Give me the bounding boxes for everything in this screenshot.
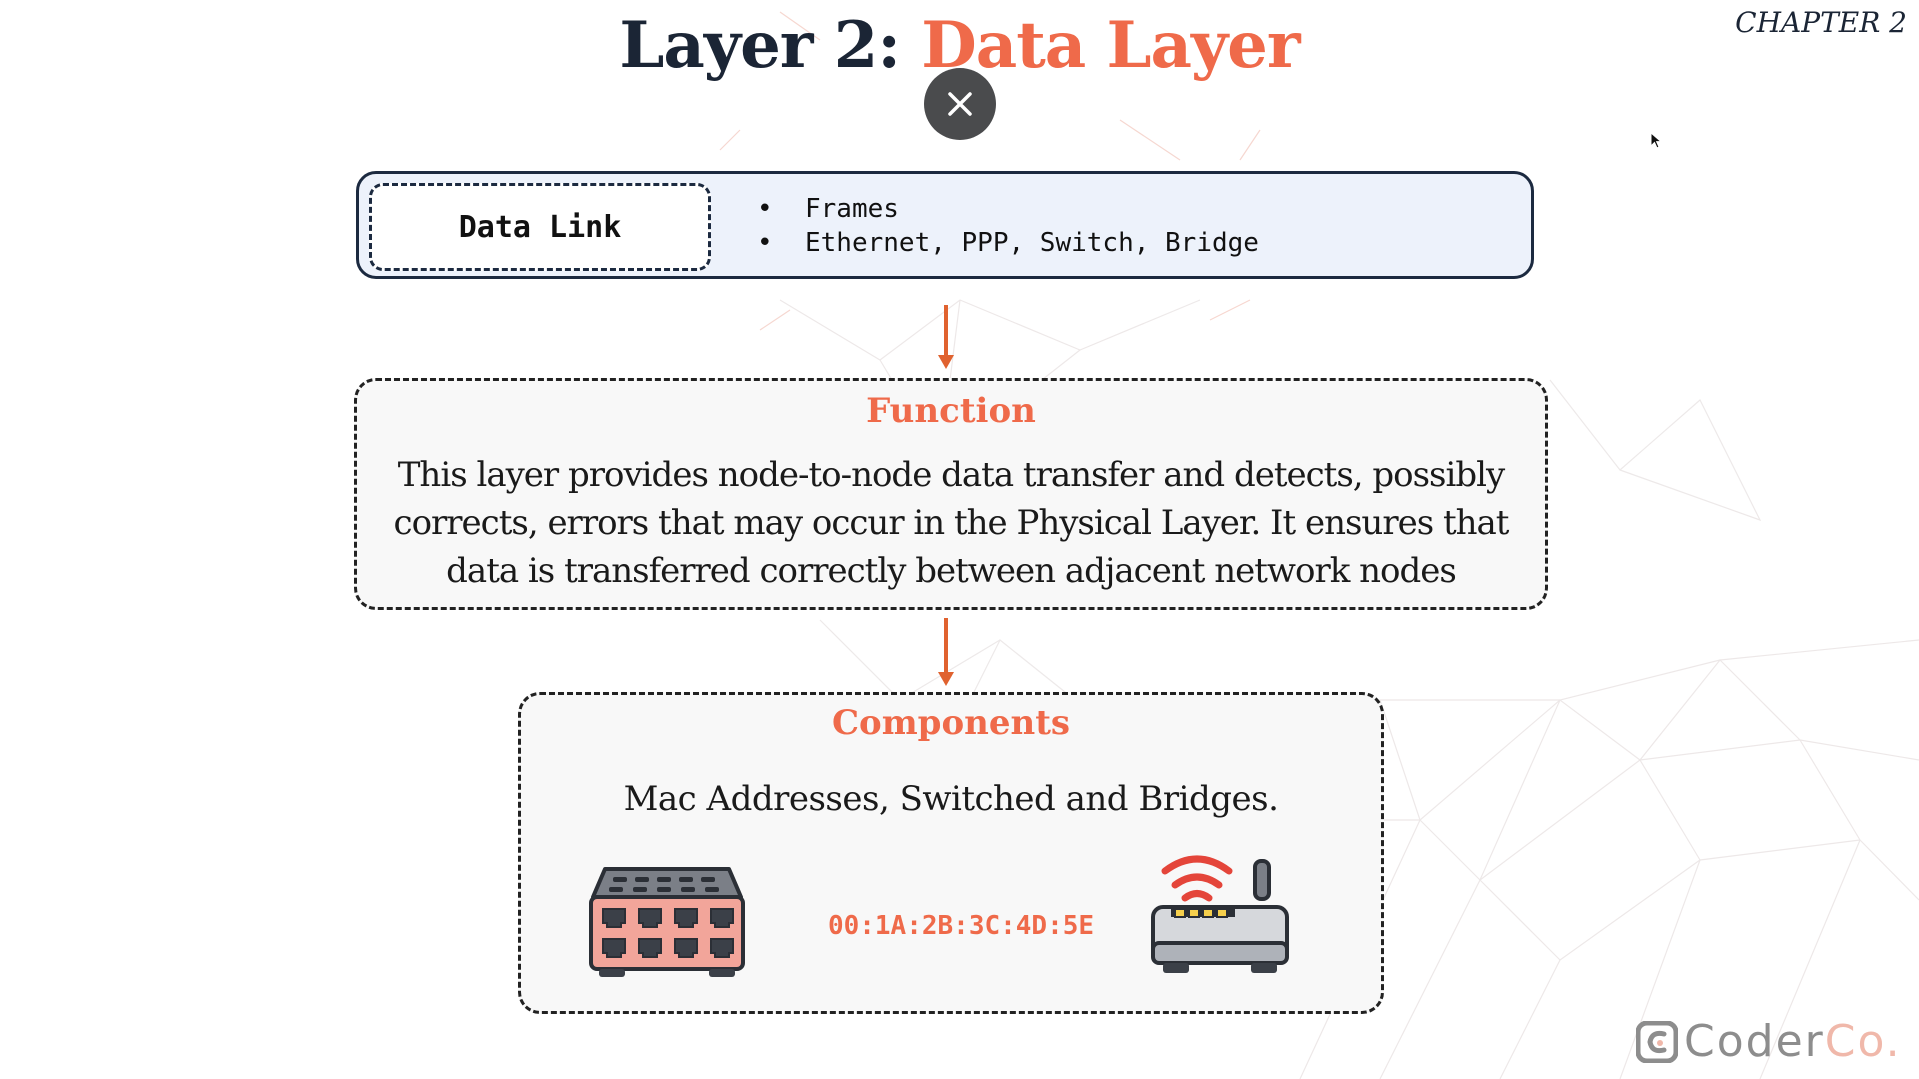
close-icon	[948, 92, 972, 116]
data-link-bullet-frames: Frames	[757, 192, 1259, 226]
components-title: Components	[831, 703, 1071, 743]
brand-logo-icon	[1636, 1020, 1678, 1063]
function-title: Function	[866, 391, 1036, 431]
mac-address: 00:1A:2B:3C:4D:5E	[827, 911, 1095, 941]
components-panel: Components Mac Addresses, Switched and B…	[518, 692, 1384, 1014]
arrow-down-icon	[938, 618, 954, 686]
brand-name-main: Coder	[1684, 1016, 1825, 1067]
function-description: This layer provides node-to-node data tr…	[393, 455, 1510, 591]
data-link-bullets: Frames Ethernet, PPP, Switch, Bridge	[757, 192, 1259, 260]
arrow-down-icon	[938, 305, 954, 369]
wifi-router-icon	[1151, 855, 1289, 973]
data-link-bullet-protocols: Ethernet, PPP, Switch, Bridge	[757, 226, 1259, 260]
components-description: Mac Addresses, Switched and Bridges.	[623, 779, 1279, 819]
chapter-label: CHAPTER 2	[1735, 6, 1907, 39]
data-link-label: Data Link	[369, 183, 711, 271]
brand-name-accent: Co.	[1824, 1016, 1902, 1067]
slide-title-accent: Data Layer	[921, 8, 1300, 83]
brand-logo: CoderCo.	[1636, 1016, 1902, 1067]
close-button[interactable]	[924, 68, 996, 140]
function-panel: Function This layer provides node-to-nod…	[354, 378, 1548, 610]
network-switch-icon	[589, 867, 745, 977]
mouse-pointer-icon	[1650, 132, 1663, 149]
data-link-panel: Data Link Frames Ethernet, PPP, Switch, …	[356, 171, 1534, 279]
slide-title-prefix: Layer 2:	[619, 8, 922, 83]
